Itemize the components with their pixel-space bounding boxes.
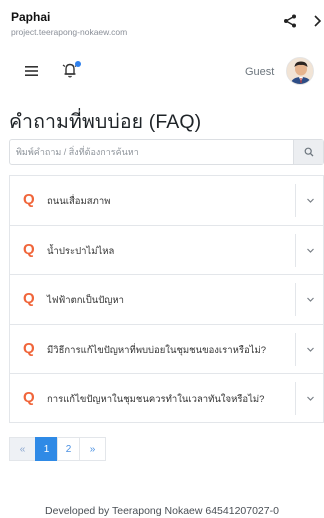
faq-item[interactable]: Q ไฟฟ้าตกเป็นปัญหา [9, 274, 324, 324]
divider [295, 382, 296, 415]
chevron-down-icon[interactable] [306, 247, 315, 254]
chevron-right-icon[interactable] [312, 13, 324, 29]
divider [295, 184, 296, 217]
faq-q-marker: Q [23, 290, 35, 307]
pagination-page-1[interactable]: 1 [35, 437, 58, 461]
app-header: Guest [0, 44, 324, 100]
app-url: project.teerapong-nokaew.com [11, 27, 128, 37]
hamburger-menu-icon[interactable] [24, 64, 40, 78]
faq-item[interactable]: Q น้ำประปาไม่ไหล [9, 224, 324, 274]
faq-question: การแก้ไขปัญหาในชุมชนควรทำในเวลาทันใจหรือ… [47, 394, 265, 405]
faq-list: Q ถนนเสื่อมสภาพ Q น้ำประปาไม่ไหล Q ไฟฟ้า… [9, 175, 324, 423]
pagination-page-2[interactable]: 2 [57, 437, 80, 461]
search-input[interactable] [10, 140, 295, 164]
divider [295, 283, 296, 316]
faq-q-marker: Q [23, 339, 35, 357]
browser-bar: Paphai project.teerapong-nokaew.com [0, 0, 324, 44]
search-button[interactable] [293, 140, 323, 164]
avatar-image [287, 58, 313, 84]
divider [295, 233, 296, 267]
faq-item[interactable]: Q มีวิธีการแก้ไขปัญหาที่พบบ่อยในชุมชนของ… [9, 323, 324, 373]
avatar[interactable] [286, 57, 314, 85]
pagination-next[interactable]: » [79, 437, 106, 461]
notification-badge [75, 61, 81, 67]
faq-question: น้ำประปาไม่ไหล [47, 245, 115, 257]
divider [295, 332, 296, 366]
share-icon[interactable] [282, 13, 298, 29]
faq-question: ถนนเสื่อมสภาพ [47, 196, 111, 207]
faq-item[interactable]: Q ถนนเสื่อมสภาพ [9, 175, 324, 225]
chevron-down-icon[interactable] [306, 296, 315, 303]
faq-question: ไฟฟ้าตกเป็นปัญหา [47, 295, 124, 306]
faq-q-marker: Q [23, 191, 35, 208]
app-title: Paphai [11, 10, 51, 24]
faq-item[interactable]: Q การแก้ไขปัญหาในชุมชนควรทำในเวลาทันใจหร… [9, 373, 324, 423]
search-bar [9, 139, 324, 165]
faq-q-marker: Q [23, 240, 35, 258]
faq-question: มีวิธีการแก้ไขปัญหาที่พบบ่อยในชุมชนของเร… [47, 344, 267, 356]
search-icon [304, 147, 314, 157]
user-name-label: Guest [245, 66, 275, 78]
pagination: « 1 2 » [9, 437, 106, 461]
page-title: คำถามที่พบบ่อย (FAQ) [9, 111, 202, 133]
chevron-down-icon[interactable] [306, 346, 315, 353]
footer-credit: Developed by Teerapong Nokaew 6454120702… [45, 505, 279, 517]
faq-q-marker: Q [23, 389, 35, 406]
notification-button[interactable] [60, 60, 82, 80]
pagination-prev[interactable]: « [9, 437, 36, 461]
chevron-down-icon[interactable] [306, 395, 315, 402]
chevron-down-icon[interactable] [306, 197, 315, 204]
